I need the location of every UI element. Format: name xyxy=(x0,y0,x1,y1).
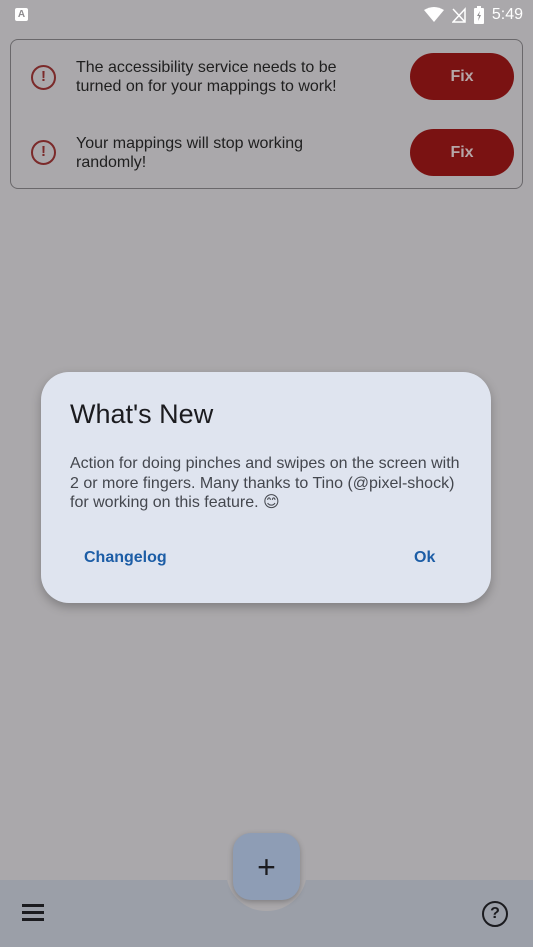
notification-icon: A xyxy=(15,8,28,21)
warning-text: The accessibility service needs to be tu… xyxy=(76,59,337,95)
error-icon: ! xyxy=(31,140,56,165)
fix-button[interactable]: Fix xyxy=(410,53,514,100)
changelog-button[interactable]: Changelog xyxy=(70,540,181,576)
clock: 5:49 xyxy=(491,6,523,23)
dialog-body: Action for doing pinches and swipes on t… xyxy=(70,455,460,511)
menu-icon[interactable] xyxy=(22,904,44,922)
battery-icon xyxy=(473,6,484,24)
help-icon[interactable]: ? xyxy=(482,901,508,927)
fix-button[interactable]: Fix xyxy=(410,129,514,176)
ok-button[interactable]: Ok xyxy=(400,540,449,576)
error-icon: ! xyxy=(31,65,56,90)
plus-icon: + xyxy=(257,848,276,885)
warnings-card: ! The accessibility service needs to be … xyxy=(10,39,523,189)
warning-row-random: ! Your mappings will stop working random… xyxy=(11,129,522,189)
status-bar: A 5:49 xyxy=(0,0,533,30)
warning-text: Your mappings will stop working randomly… xyxy=(76,135,304,171)
status-icons: 5:49 xyxy=(423,4,523,26)
wifi-icon xyxy=(423,7,444,22)
warning-row-accessibility: ! The accessibility service needs to be … xyxy=(11,53,522,113)
add-button[interactable]: + xyxy=(233,833,300,900)
dialog-title: What's New xyxy=(70,399,214,429)
whats-new-dialog: What's New Action for doing pinches and … xyxy=(41,372,491,603)
no-signal-icon xyxy=(451,7,466,23)
